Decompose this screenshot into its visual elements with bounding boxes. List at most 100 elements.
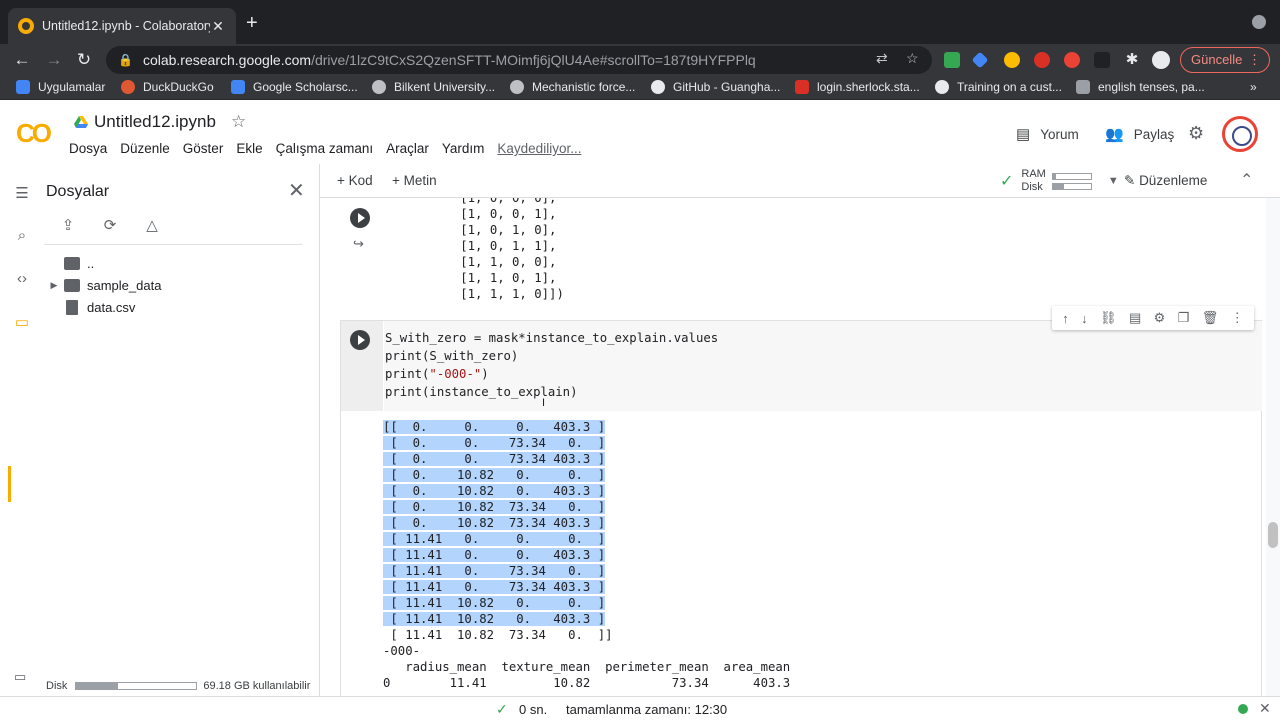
bookmark-duckduckgo[interactable]: DuckDuckGo (121, 80, 214, 94)
add-text-button[interactable]: + Metin (392, 173, 437, 188)
notebook-title[interactable]: Untitled12.ipynb (94, 112, 216, 132)
run-cell-button[interactable] (350, 208, 370, 228)
github-icon (651, 80, 665, 94)
scrollbar[interactable] (1266, 198, 1280, 696)
status-dot-icon (1238, 704, 1248, 714)
move-down-icon[interactable]: ↓ (1081, 311, 1088, 326)
menu-file[interactable]: Dosya (69, 141, 107, 156)
bookmarks-overflow-icon[interactable]: » (1250, 80, 1257, 94)
star-icon[interactable]: ☆ (231, 112, 246, 132)
reload-icon[interactable]: ↻ (72, 48, 96, 72)
menu-bar: Dosya Düzenle Göster Ekle Çalışma zamanı… (69, 141, 594, 156)
delete-icon[interactable]: 🗑 (1202, 310, 1219, 326)
expand-arrow-icon[interactable]: ▶ (44, 280, 64, 291)
colab-logo[interactable]: CO (16, 118, 52, 149)
tab-close-icon[interactable]: ✕ (210, 18, 226, 35)
link-icon[interactable]: ⛓ (1100, 310, 1117, 326)
file-tree-item[interactable]: ▶ sample_data (44, 278, 162, 293)
address-bar[interactable]: 🔒 colab.research.google.com/drive/1lzC9t… (106, 46, 932, 74)
bookmark-star-icon[interactable]: ☆ (906, 50, 919, 67)
new-tab-icon[interactable]: + (246, 12, 258, 35)
code-editor[interactable]: S_with_zero = mask*instance_to_explain.v… (384, 321, 1262, 411)
comment-button[interactable]: ▤ Yorum (1016, 125, 1079, 143)
bookmark-english[interactable]: english tenses, pa... (1076, 80, 1205, 94)
more-vert-icon[interactable]: ⋮ (1231, 310, 1244, 326)
update-label: Güncelle (1191, 52, 1243, 67)
close-icon[interactable]: ✕ (1259, 700, 1271, 717)
chevron-down-icon[interactable]: ▼ (1108, 175, 1119, 187)
code-line: print(S_with_zero) (385, 349, 519, 363)
move-up-icon[interactable]: ↑ (1062, 311, 1069, 326)
menu-edit[interactable]: Düzenle (120, 141, 170, 156)
colab-header: CO Untitled12.ipynb ☆ Dosya Düzenle Göst… (0, 100, 1280, 164)
extension-grammar-icon[interactable] (944, 52, 960, 68)
account-avatar[interactable] (1222, 116, 1258, 152)
google-drive-icon (74, 116, 88, 128)
scrollbar-thumb[interactable] (1268, 522, 1278, 548)
code-line: print(instance_to_explain) (385, 385, 578, 399)
files-panel-title: Dosyalar (46, 183, 110, 200)
bookmark-bilkent[interactable]: Bilkent University... (372, 80, 495, 94)
files-folder-icon[interactable]: ▭ (12, 313, 32, 331)
forward-icon[interactable]: → (42, 48, 66, 72)
refresh-folder-icon[interactable]: ⟳ (100, 216, 120, 236)
extension-bat-icon[interactable] (1094, 52, 1110, 68)
back-icon[interactable]: ← (10, 48, 34, 72)
url-path: /drive/1lzC9tCxS2QzenSFTT-MOimfj6jQlU4Ae… (311, 52, 756, 68)
tab-search-icon[interactable] (1252, 15, 1266, 29)
extensions-puzzle-icon[interactable]: ✱ (1120, 48, 1144, 72)
bookmark-sherlock[interactable]: login.sherlock.sta... (795, 80, 920, 94)
search-icon[interactable]: ⌕ (12, 227, 32, 244)
editing-mode-button[interactable]: ✎ Düzenleme (1124, 173, 1207, 189)
menu-view[interactable]: Göster (183, 141, 224, 156)
colab-favicon-icon (18, 18, 34, 34)
settings-gear-icon[interactable]: ⚙ (1188, 123, 1204, 144)
extension-yab-icon[interactable] (1034, 52, 1050, 68)
translate-icon[interactable]: ⇄ (876, 50, 888, 67)
file-tree-item[interactable]: .. (44, 256, 94, 271)
mirror-cell-icon[interactable]: ❐ (1178, 310, 1190, 326)
left-rail: ☰ ⌕ ‹› ▭ (0, 164, 44, 696)
share-button[interactable]: 👥 Paylaş (1105, 125, 1174, 143)
bookmark-training[interactable]: Training on a cust... (935, 80, 1062, 94)
chevron-up-icon[interactable]: ⌃ (1240, 170, 1253, 190)
mount-drive-icon[interactable]: △ (142, 216, 162, 236)
output-redirect-icon[interactable]: ↪ (353, 236, 364, 252)
terminal-icon[interactable]: ▭ (14, 669, 26, 685)
bookmark-github[interactable]: GitHub - Guangha... (651, 80, 780, 94)
run-cell-button[interactable] (350, 330, 370, 350)
browser-tab[interactable]: Untitled12.ipynb - Colaboratory ✕ (8, 8, 236, 44)
add-code-button[interactable]: + Kod (337, 173, 373, 188)
cell-output[interactable]: [[ 0. 0. 0. 403.3 ] [ 0. 0. 73.34 0. ] [… (383, 419, 790, 691)
active-indicator (8, 466, 11, 502)
more-vert-icon: ⋮ (1248, 52, 1261, 67)
menu-runtime[interactable]: Çalışma zamanı (276, 141, 374, 156)
file-tree-item[interactable]: data.csv (44, 300, 135, 315)
upload-file-icon[interactable]: ⇪ (58, 216, 78, 236)
close-icon[interactable]: ✕ (288, 178, 305, 203)
update-button[interactable]: Güncelle ⋮ (1180, 47, 1270, 73)
table-of-contents-icon[interactable]: ☰ (12, 184, 32, 202)
settings-gear-icon[interactable]: ⚙ (1154, 310, 1166, 326)
save-status[interactable]: Kaydediliyor... (497, 141, 581, 156)
url-host: colab.research.google.com (142, 52, 312, 68)
menu-insert[interactable]: Ekle (236, 141, 262, 156)
extension-circle-icon[interactable] (1004, 52, 1020, 68)
profile-avatar-icon[interactable] (1152, 51, 1170, 69)
menu-help[interactable]: Yardım (442, 141, 485, 156)
code-snippets-icon[interactable]: ‹› (12, 270, 32, 287)
comment-icon[interactable]: ▤ (1129, 310, 1141, 326)
extension-shield-icon[interactable] (1064, 52, 1080, 68)
globe-icon (372, 80, 386, 94)
bookmark-scholar[interactable]: Google Scholarsc... (231, 80, 358, 94)
extension-diamond-icon[interactable] (971, 51, 989, 69)
bookmark-mechanistic[interactable]: Mechanistic force... (510, 80, 635, 94)
bookmarks-bar: Uygulamalar DuckDuckGo Google Scholarsc.… (0, 76, 1280, 100)
bookmark-apps[interactable]: Uygulamalar (16, 80, 105, 94)
connected-check-icon: ✓ (1000, 173, 1014, 190)
divider (44, 244, 302, 245)
menu-tools[interactable]: Araçlar (386, 141, 429, 156)
notebook-toolbar: + Kod + Metin ✓ RAM Disk ▼ ✎ Düzenleme ⌃ (320, 164, 1280, 198)
resources-indicator[interactable]: ✓ RAM Disk ▼ (1000, 168, 1119, 194)
files-panel: Dosyalar ✕ ⇪ ⟳ △ .. ▶ sample_data data.c… (44, 164, 320, 696)
